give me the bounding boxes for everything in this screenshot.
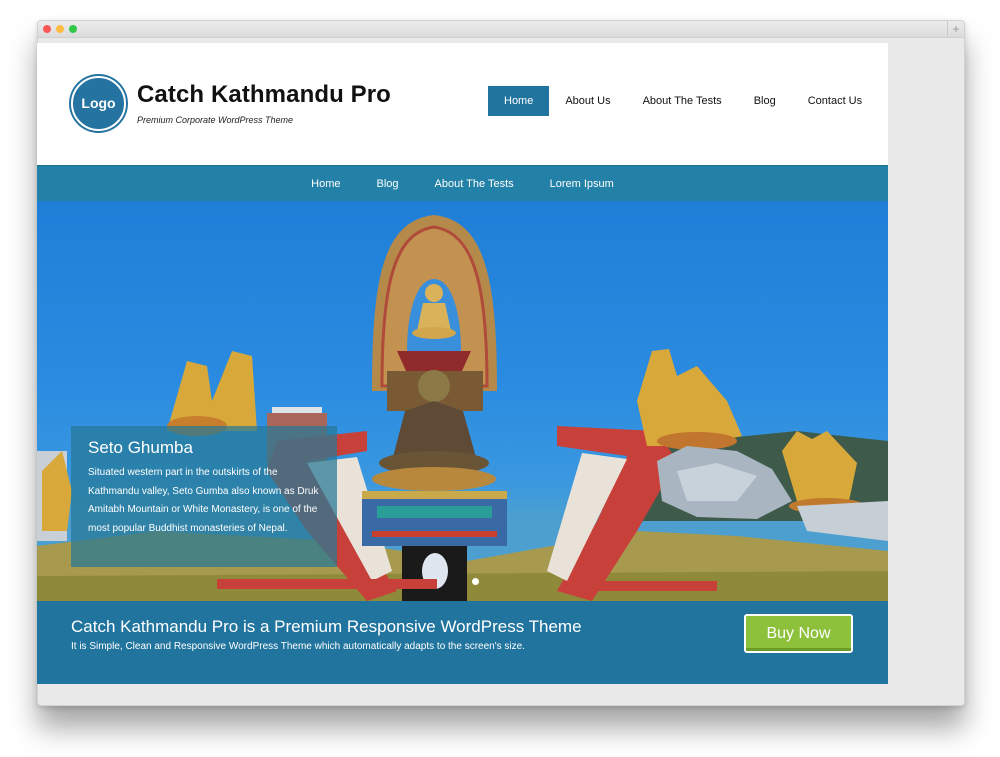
buy-now-button[interactable]: Buy Now [744,614,853,653]
site-title[interactable]: Catch Kathmandu Pro [137,81,391,109]
promotion-subtext: It is Simple, Clean and Responsive WordP… [71,641,525,652]
secondary-nav: Home Blog About The Tests Lorem Ipsum [37,165,888,202]
minimize-window-button[interactable] [56,25,64,33]
primary-nav-about-us[interactable]: About Us [549,86,626,116]
secondary-nav-lorem-ipsum[interactable]: Lorem Ipsum [532,166,632,202]
site-description: Premium Corporate WordPress Theme [137,115,294,125]
web-page: Logo Catch Kathmandu Pro Premium Corpora… [37,43,888,684]
secondary-nav-home[interactable]: Home [293,166,358,202]
site-logo[interactable]: Logo [71,76,126,131]
slide-caption-text: Situated western part in the outskirts o… [88,467,319,534]
primary-nav: Home About Us About The Tests Blog Conta… [488,86,878,116]
secondary-nav-about-the-tests[interactable]: About The Tests [417,166,532,202]
site-header: Logo Catch Kathmandu Pro Premium Corpora… [37,43,888,165]
close-window-button[interactable] [43,25,51,33]
hero-slider[interactable]: Seto Ghumba Situated western part in the… [37,201,888,601]
slide-caption-title[interactable]: Seto Ghumba [88,438,193,458]
browser-titlebar: + [38,21,964,38]
new-tab-button[interactable]: + [947,21,964,37]
primary-nav-blog[interactable]: Blog [738,86,792,116]
slide-caption: Seto Ghumba Situated western part in the… [71,426,337,567]
primary-nav-about-the-tests[interactable]: About The Tests [627,86,738,116]
slider-pagination-dot[interactable] [472,578,479,585]
promotion-headline: Catch Kathmandu Pro is a Premium Respons… [71,617,582,636]
maximize-window-button[interactable] [69,25,77,33]
primary-nav-home[interactable]: Home [488,86,550,116]
primary-nav-contact-us[interactable]: Contact Us [792,86,878,116]
promotion-banner: Catch Kathmandu Pro is a Premium Respons… [37,601,888,684]
secondary-nav-blog[interactable]: Blog [359,166,417,202]
